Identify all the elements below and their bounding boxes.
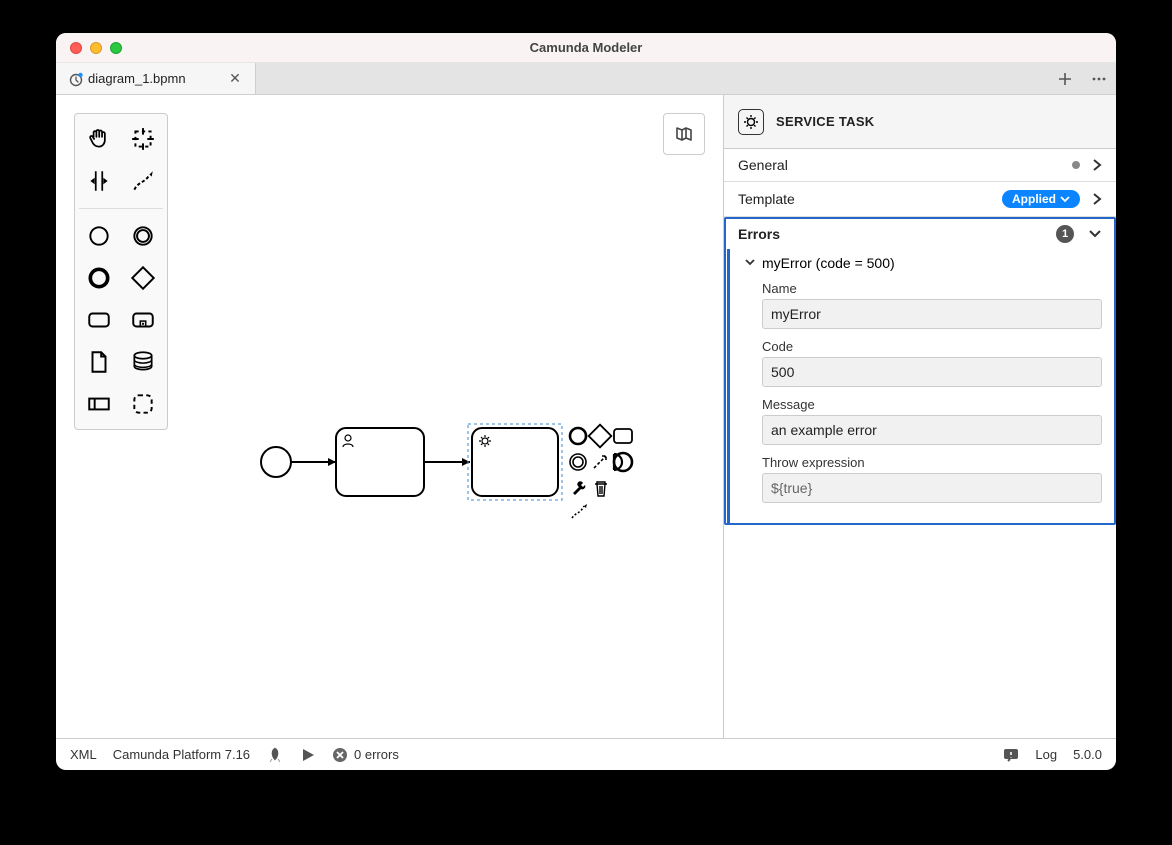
minimap-toggle[interactable] <box>663 113 705 155</box>
error-item-title: myError (code = 500) <box>762 255 895 271</box>
pad-intermediate-event-icon[interactable] <box>570 454 586 470</box>
deploy-button[interactable] <box>266 746 284 764</box>
more-button[interactable] <box>1082 63 1116 94</box>
pad-wrench-icon[interactable] <box>573 481 585 495</box>
field-label-message: Message <box>762 397 1102 412</box>
bpmn-file-icon <box>68 72 82 86</box>
xml-toggle[interactable]: XML <box>70 747 97 762</box>
main-area: SERVICE TASK General Template Applied <box>56 95 1116 738</box>
chevron-right-icon <box>1092 158 1102 172</box>
space-tool[interactable] <box>79 162 119 200</box>
pad-delete-icon[interactable] <box>595 482 607 496</box>
end-event-tool[interactable] <box>79 259 119 297</box>
version-label: 5.0.0 <box>1073 747 1102 762</box>
tab-bar: diagram_1.bpmn ✕ <box>56 63 1116 95</box>
section-label: Template <box>738 191 795 207</box>
group-tool[interactable] <box>123 385 163 423</box>
tab-label: diagram_1.bpmn <box>88 71 186 86</box>
start-event[interactable] <box>261 447 291 477</box>
gateway-tool[interactable] <box>123 259 163 297</box>
template-applied-badge[interactable]: Applied <box>1002 190 1080 208</box>
chevron-down-icon <box>1088 227 1102 241</box>
lasso-tool[interactable] <box>123 120 163 158</box>
file-tab[interactable]: diagram_1.bpmn ✕ <box>56 63 256 94</box>
window-controls <box>56 42 122 54</box>
chevron-down-icon <box>1060 194 1070 204</box>
chevron-right-icon <box>1092 192 1102 206</box>
pad-connect-icon[interactable] <box>572 504 587 518</box>
titlebar: Camunda Modeler <box>56 33 1116 63</box>
run-button[interactable] <box>300 747 316 763</box>
errors-indicator[interactable]: 0 errors <box>332 747 399 763</box>
context-pad <box>570 425 632 518</box>
properties-header: SERVICE TASK <box>724 95 1116 149</box>
dirty-indicator-icon <box>1072 161 1080 169</box>
pad-end-event-icon[interactable] <box>570 428 586 444</box>
data-store-tool[interactable] <box>123 343 163 381</box>
pad-task-icon[interactable] <box>614 429 632 443</box>
properties-panel: SERVICE TASK General Template Applied <box>724 95 1116 738</box>
section-label: General <box>738 157 788 173</box>
new-tab-button[interactable] <box>1048 63 1082 94</box>
bpmn-diagram <box>256 420 686 550</box>
field-label-code: Code <box>762 339 1102 354</box>
window-title: Camunda Modeler <box>530 40 643 55</box>
tab-close-button[interactable]: ✕ <box>227 71 243 87</box>
pad-gateway-icon[interactable] <box>589 425 612 448</box>
error-name-input[interactable] <box>762 299 1102 329</box>
errors-body: myError (code = 500) Name Code Message <box>727 249 1114 523</box>
maximize-window-button[interactable] <box>110 42 122 54</box>
status-bar: XML Camunda Platform 7.16 0 errors Log 5… <box>56 738 1116 770</box>
section-general[interactable]: General <box>724 149 1116 182</box>
task-tool[interactable] <box>79 301 119 339</box>
subprocess-tool[interactable] <box>123 301 163 339</box>
palette <box>74 113 168 430</box>
section-template[interactable]: Template Applied <box>724 182 1116 217</box>
errors-header[interactable]: Errors 1 <box>726 219 1114 249</box>
field-label-name: Name <box>762 281 1102 296</box>
hand-tool[interactable] <box>79 120 119 158</box>
error-message-input[interactable] <box>762 415 1102 445</box>
minimize-window-button[interactable] <box>90 42 102 54</box>
user-task[interactable] <box>336 428 424 496</box>
log-toggle[interactable]: Log <box>1035 747 1057 762</box>
error-item-header[interactable]: myError (code = 500) <box>744 251 1102 275</box>
app-window: Camunda Modeler diagram_1.bpmn ✕ <box>56 33 1116 770</box>
section-label: Errors <box>738 226 780 242</box>
field-label-throw: Throw expression <box>762 455 1102 470</box>
error-code-input[interactable] <box>762 357 1102 387</box>
service-task-type-icon <box>738 109 764 135</box>
pool-tool[interactable] <box>79 385 119 423</box>
data-object-tool[interactable] <box>79 343 119 381</box>
section-errors: Errors 1 myError (code = 500) Name Code <box>724 217 1116 525</box>
error-icon <box>332 747 348 763</box>
platform-selector[interactable]: Camunda Platform 7.16 <box>113 747 250 762</box>
chevron-down-icon <box>744 257 756 269</box>
feedback-button[interactable] <box>1003 747 1019 763</box>
properties-title: SERVICE TASK <box>776 114 874 129</box>
connect-tool[interactable] <box>123 162 163 200</box>
close-window-button[interactable] <box>70 42 82 54</box>
canvas[interactable] <box>56 95 724 738</box>
error-throw-input[interactable] <box>762 473 1102 503</box>
intermediate-event-tool[interactable] <box>123 217 163 255</box>
pad-attach-end-event-icon[interactable] <box>614 453 632 471</box>
errors-count-badge: 1 <box>1056 225 1074 243</box>
pad-annotation-icon[interactable] <box>594 456 606 468</box>
start-event-tool[interactable] <box>79 217 119 255</box>
